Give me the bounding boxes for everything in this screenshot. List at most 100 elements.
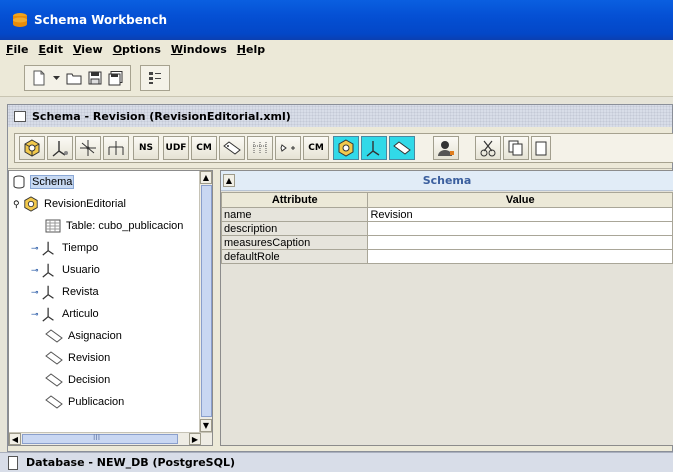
menu-file[interactable]: File — [6, 43, 29, 56]
tree-item-label: Asignacion — [68, 330, 122, 342]
named-set-button[interactable]: NS — [133, 136, 159, 160]
schema-tree[interactable]: Schema ⚲ RevisionEditorial Table: cubo_p… — [8, 170, 213, 446]
measure-icon — [45, 351, 63, 365]
menu-help[interactable]: Help — [237, 43, 265, 56]
tree-root-schema[interactable]: Schema — [13, 171, 75, 193]
app-title: Schema Workbench — [34, 13, 168, 27]
open-folder-icon[interactable] — [65, 69, 82, 87]
table-icon — [45, 219, 61, 233]
table-row[interactable]: defaultRole — [221, 249, 673, 264]
measure-add-icon[interactable] — [389, 136, 415, 160]
properties-header: ▲ Schema — [221, 171, 673, 191]
copy-icon[interactable] — [503, 136, 529, 160]
dimension-icon — [42, 241, 54, 256]
tree-horizontal-scroll-thumb[interactable]: III — [22, 433, 178, 444]
tree-horizontal-scrollbar[interactable]: ◀ III ▶ — [9, 432, 212, 445]
tree-expand-icon[interactable]: ⊸ — [31, 287, 41, 298]
dimension-icon — [42, 307, 54, 322]
tree-item-dimension[interactable]: ⊸ Articulo — [31, 303, 99, 325]
scroll-left-icon[interactable]: ◀ — [9, 433, 21, 445]
database-window-title: Database - NEW_DB (PostgreSQL) — [26, 456, 235, 469]
new-document-icon[interactable] — [30, 69, 47, 87]
dimension-add-icon[interactable] — [361, 136, 387, 160]
tree-expand-icon[interactable]: ⚲ — [13, 199, 23, 210]
tree-item-measure[interactable]: Decision — [45, 369, 110, 391]
tree-item-label: Revista — [62, 286, 99, 298]
tree-expand-icon[interactable]: ⊸ — [31, 243, 41, 254]
schema-toolbar-strip: NS UDF CM CM — [14, 133, 673, 163]
paste-icon[interactable] — [531, 136, 551, 160]
menu-bar: File Edit View Options Windows Help — [0, 40, 673, 59]
column-header-value[interactable]: Value — [367, 192, 673, 208]
level-icon[interactable] — [247, 136, 273, 160]
database-icon — [13, 175, 25, 189]
user-defined-function-button[interactable]: UDF — [163, 136, 189, 160]
value-cell[interactable]: Revision — [367, 207, 673, 222]
tree-item-label: Table: cubo_publicacion — [66, 220, 184, 232]
menu-edit[interactable]: Edit — [39, 43, 63, 56]
tree-item-dimension[interactable]: ⊸ Usuario — [31, 259, 100, 281]
tree-vertical-scrollbar[interactable]: ▲ ▼ — [199, 171, 212, 433]
tree-item-table[interactable]: Table: cubo_publicacion — [45, 215, 183, 237]
save-icon[interactable] — [86, 69, 103, 87]
properties-table: Attribute Value name Revision descriptio… — [221, 192, 673, 264]
main-toolbar — [0, 59, 673, 97]
measure-icon[interactable] — [219, 136, 245, 160]
preferences-icon[interactable] — [146, 69, 164, 87]
menu-options[interactable]: Options — [113, 43, 161, 56]
properties-pane: ▲ Schema Attribute Value name Revision d… — [220, 170, 673, 446]
role-icon[interactable] — [433, 136, 459, 160]
menu-windows[interactable]: Windows — [171, 43, 227, 56]
property-icon[interactable] — [275, 136, 301, 160]
tree-vertical-scroll-thumb[interactable] — [201, 185, 212, 417]
tree-item-measure[interactable]: Publicacion — [45, 391, 124, 413]
value-cell[interactable] — [367, 235, 673, 250]
desktop-area: Schema - Revision (RevisionEditorial.xml… — [0, 97, 673, 452]
tree-item-measure[interactable]: Revision — [45, 347, 110, 369]
tree-root-label: Schema — [30, 175, 75, 189]
column-header-attribute[interactable]: Attribute — [221, 192, 369, 208]
cube-icon — [24, 196, 38, 212]
attribute-cell: name — [221, 207, 369, 222]
dimension-icon — [42, 285, 54, 300]
tree-item-dimension[interactable]: ⊸ Tiempo — [31, 237, 98, 259]
tree-item-dimension[interactable]: ⊸ Revista — [31, 281, 99, 303]
tree-expand-icon[interactable]: ⊸ — [31, 309, 41, 320]
scroll-grip: III — [93, 433, 101, 442]
collapse-icon[interactable]: ▲ — [223, 174, 235, 187]
save-as-icon[interactable] — [108, 69, 125, 87]
menu-view[interactable]: View — [73, 43, 103, 56]
schema-window: Schema - Revision (RevisionEditorial.xml… — [7, 104, 673, 452]
window-icon — [8, 455, 18, 470]
measure-icon — [45, 373, 63, 387]
dimension-usage-icon[interactable] — [75, 136, 101, 160]
tree-item-label: Revision — [68, 352, 111, 364]
cube-add-icon[interactable] — [333, 136, 359, 160]
tree-item-measure[interactable]: Asignacion — [45, 325, 122, 347]
pane-splitter[interactable] — [213, 170, 220, 446]
tree-item-cube[interactable]: ⚲ RevisionEditorial — [13, 193, 126, 215]
schema-toolbar: NS UDF CM CM — [8, 127, 673, 169]
scroll-down-icon[interactable]: ▼ — [200, 419, 212, 432]
database-window-titlebar[interactable]: Database - NEW_DB (PostgreSQL) — [0, 452, 673, 472]
scroll-right-icon[interactable]: ▶ — [189, 433, 201, 445]
calculated-member-level-button[interactable]: CM — [303, 136, 329, 160]
calculated-member-button[interactable]: CM — [191, 136, 217, 160]
tree-item-label: Articulo — [62, 308, 99, 320]
table-row[interactable]: description — [221, 221, 673, 236]
cut-icon[interactable] — [475, 136, 501, 160]
virtual-cube-icon[interactable] — [103, 136, 129, 160]
table-row[interactable]: measuresCaption — [221, 235, 673, 250]
tree-expand-icon[interactable]: ⊸ — [31, 265, 41, 276]
cube-icon[interactable] — [19, 136, 45, 160]
table-row[interactable]: name Revision — [221, 207, 673, 222]
dimension-icon[interactable] — [47, 136, 73, 160]
scroll-up-icon[interactable]: ▲ — [200, 171, 212, 184]
app-logo-icon — [13, 13, 27, 27]
value-cell[interactable] — [367, 221, 673, 236]
new-dropdown-icon[interactable] — [51, 69, 61, 87]
tree-item-label: Publicacion — [68, 396, 125, 408]
schema-window-titlebar[interactable]: Schema - Revision (RevisionEditorial.xml… — [8, 105, 672, 127]
value-cell[interactable] — [367, 249, 673, 264]
tree-item-label: Usuario — [62, 264, 100, 276]
